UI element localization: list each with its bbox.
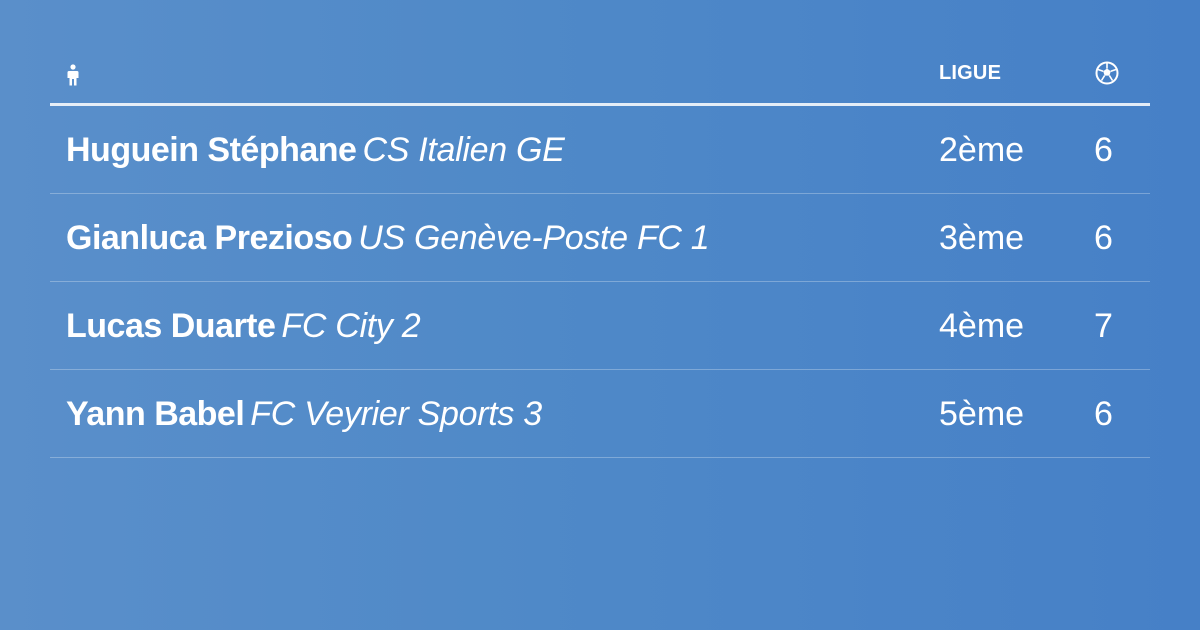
club-name: CS Italien GE [362,131,565,169]
goals-cell: 6 [1094,219,1113,257]
table-row: Huguein Stéphane CS Italien GE 2ème 6 [50,106,1150,194]
club-name: US Genève-Poste FC 1 [358,219,710,257]
goals-cell: 6 [1094,131,1113,169]
table-row: Yann Babel FC Veyrier Sports 3 5ème 6 [50,370,1150,458]
goals-cell: 7 [1094,307,1113,345]
soccer-ball-icon [1095,61,1119,85]
league-cell: 3ème [939,219,1025,257]
table-row: Gianluca Prezioso US Genève-Poste FC 1 3è… [50,194,1150,282]
league-cell: 5ème [939,395,1025,433]
player-cell: Huguein Stéphane CS Italien GE [66,130,565,170]
club-name: FC Veyrier Sports 3 [250,395,542,433]
table-row: Lucas Duarte FC City 2 4ème 7 [50,282,1150,370]
league-column-header: LIGUE [939,62,1002,84]
player-name: Gianluca Prezioso [66,219,353,257]
player-cell: Gianluca Prezioso US Genève-Poste FC 1 [66,218,710,258]
player-name: Yann Babel [66,395,245,433]
club-name: FC City 2 [281,307,421,345]
player-name: Huguein Stéphane [66,131,357,169]
scorers-table: LIGUE Huguein Stéphane CS Italien GE 2ème… [50,40,1150,458]
table-header: LIGUE [50,40,1150,106]
league-cell: 4ème [939,307,1025,345]
league-cell: 2ème [939,131,1025,169]
player-cell: Yann Babel FC Veyrier Sports 3 [66,394,542,434]
player-cell: Lucas Duarte FC City 2 [66,306,421,346]
player-name: Lucas Duarte [66,307,276,345]
goals-cell: 6 [1094,395,1113,433]
person-icon [67,64,79,86]
